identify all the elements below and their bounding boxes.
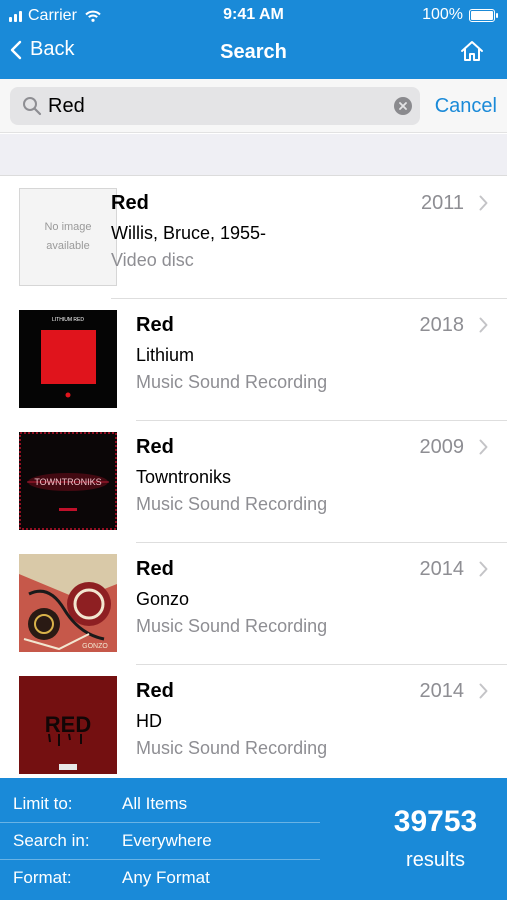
album-cover-image: TOWNTRONIKS bbox=[19, 432, 117, 530]
result-format: Video disc bbox=[111, 250, 194, 270]
filter-limit-to[interactable]: Limit to: All Items bbox=[0, 786, 330, 823]
chevron-right-icon bbox=[479, 683, 488, 699]
cover-text: LITHIUM RED bbox=[52, 317, 84, 323]
search-filter-footer: Limit to: All Items Search in: Everywher… bbox=[0, 778, 507, 900]
filter-label: Format: bbox=[13, 868, 72, 887]
search-icon bbox=[23, 97, 42, 116]
chevron-right-icon bbox=[479, 439, 488, 455]
result-year: 2014 bbox=[419, 558, 465, 580]
result-author: Lithium bbox=[136, 345, 195, 365]
battery-icon bbox=[469, 8, 498, 22]
result-author: Willis, Bruce, 1955- bbox=[111, 223, 267, 243]
close-icon bbox=[399, 102, 407, 110]
filter-label: Search in: bbox=[13, 831, 90, 850]
nav-bar: Back Search bbox=[0, 30, 507, 79]
no-image-label: No image available bbox=[44, 221, 92, 252]
search-field[interactable] bbox=[10, 87, 420, 125]
filter-format[interactable]: Format: Any Format bbox=[0, 860, 330, 897]
filter-search-in[interactable]: Search in: Everywhere bbox=[0, 823, 330, 860]
result-format: Music Sound Recording bbox=[136, 494, 328, 514]
list-item[interactable]: No image available Red Willis, Bruce, 19… bbox=[0, 177, 507, 299]
result-author: Gonzo bbox=[136, 589, 190, 609]
section-spacer bbox=[0, 134, 507, 176]
result-title: Red bbox=[136, 314, 174, 336]
clear-search-button[interactable] bbox=[394, 97, 412, 115]
list-item[interactable]: TOWNTRONIKS Red Towntroniks Music Sound … bbox=[0, 421, 507, 543]
search-input[interactable] bbox=[48, 94, 378, 118]
top-bar: Carrier 9:41 AM 100% Back Search bbox=[0, 0, 507, 79]
result-title: Red bbox=[136, 558, 174, 580]
album-cover-art: LITHIUM RED bbox=[19, 310, 117, 408]
filter-value: Everywhere bbox=[122, 831, 212, 850]
result-year: 2014 bbox=[419, 680, 465, 702]
result-title: Red bbox=[111, 192, 149, 214]
filter-value: All Items bbox=[122, 794, 188, 813]
result-format: Music Sound Recording bbox=[136, 616, 328, 636]
album-cover-art: GONZO bbox=[19, 554, 117, 652]
cover-text: GONZO bbox=[82, 643, 108, 650]
filter-label: Limit to: bbox=[13, 794, 73, 813]
status-bar: Carrier 9:41 AM 100% bbox=[0, 0, 507, 30]
list-item[interactable]: GONZO Red Gonzo Music Sound Recording 20… bbox=[0, 543, 507, 665]
results-count: 39753 bbox=[393, 805, 478, 838]
chevron-right-icon bbox=[479, 195, 488, 211]
result-format: Music Sound Recording bbox=[136, 738, 328, 758]
result-author: Towntroniks bbox=[136, 467, 232, 487]
battery-percent: 100% bbox=[422, 6, 463, 23]
result-format: Music Sound Recording bbox=[136, 372, 328, 392]
album-cover-image: RED bbox=[19, 676, 117, 774]
search-bar: Cancel bbox=[0, 79, 507, 133]
cancel-button[interactable]: Cancel bbox=[435, 95, 497, 118]
list-item[interactable]: RED Red HD Music Sound Recording 2014 bbox=[0, 665, 507, 778]
filter-value: Any Format bbox=[122, 868, 210, 887]
no-image-placeholder: No image available bbox=[19, 188, 117, 286]
album-cover-art: TOWNTRONIKS bbox=[19, 432, 117, 530]
album-cover-art: RED bbox=[19, 676, 117, 774]
result-title: Red bbox=[136, 680, 174, 702]
home-button[interactable] bbox=[460, 40, 484, 67]
results-list[interactable]: No image available Red Willis, Bruce, 19… bbox=[0, 177, 507, 778]
result-year: 2009 bbox=[419, 436, 465, 458]
list-item[interactable]: LITHIUM RED Red Lithium Music Sound Reco… bbox=[0, 299, 507, 421]
chevron-right-icon bbox=[479, 317, 488, 333]
cover-text: TOWNTRONIKS bbox=[34, 477, 101, 487]
result-year: 2018 bbox=[419, 314, 465, 336]
result-title: Red bbox=[136, 436, 174, 458]
result-year: 2011 bbox=[420, 192, 464, 214]
album-cover-image: LITHIUM RED bbox=[19, 310, 117, 408]
page-title: Search bbox=[220, 41, 287, 63]
result-author: HD bbox=[136, 711, 162, 731]
chevron-right-icon bbox=[479, 561, 488, 577]
cover-text: RED bbox=[45, 712, 91, 737]
status-right: 100% bbox=[422, 6, 498, 24]
home-icon bbox=[461, 41, 483, 61]
results-count-label: results bbox=[406, 849, 465, 871]
album-cover-image: GONZO bbox=[19, 554, 117, 652]
